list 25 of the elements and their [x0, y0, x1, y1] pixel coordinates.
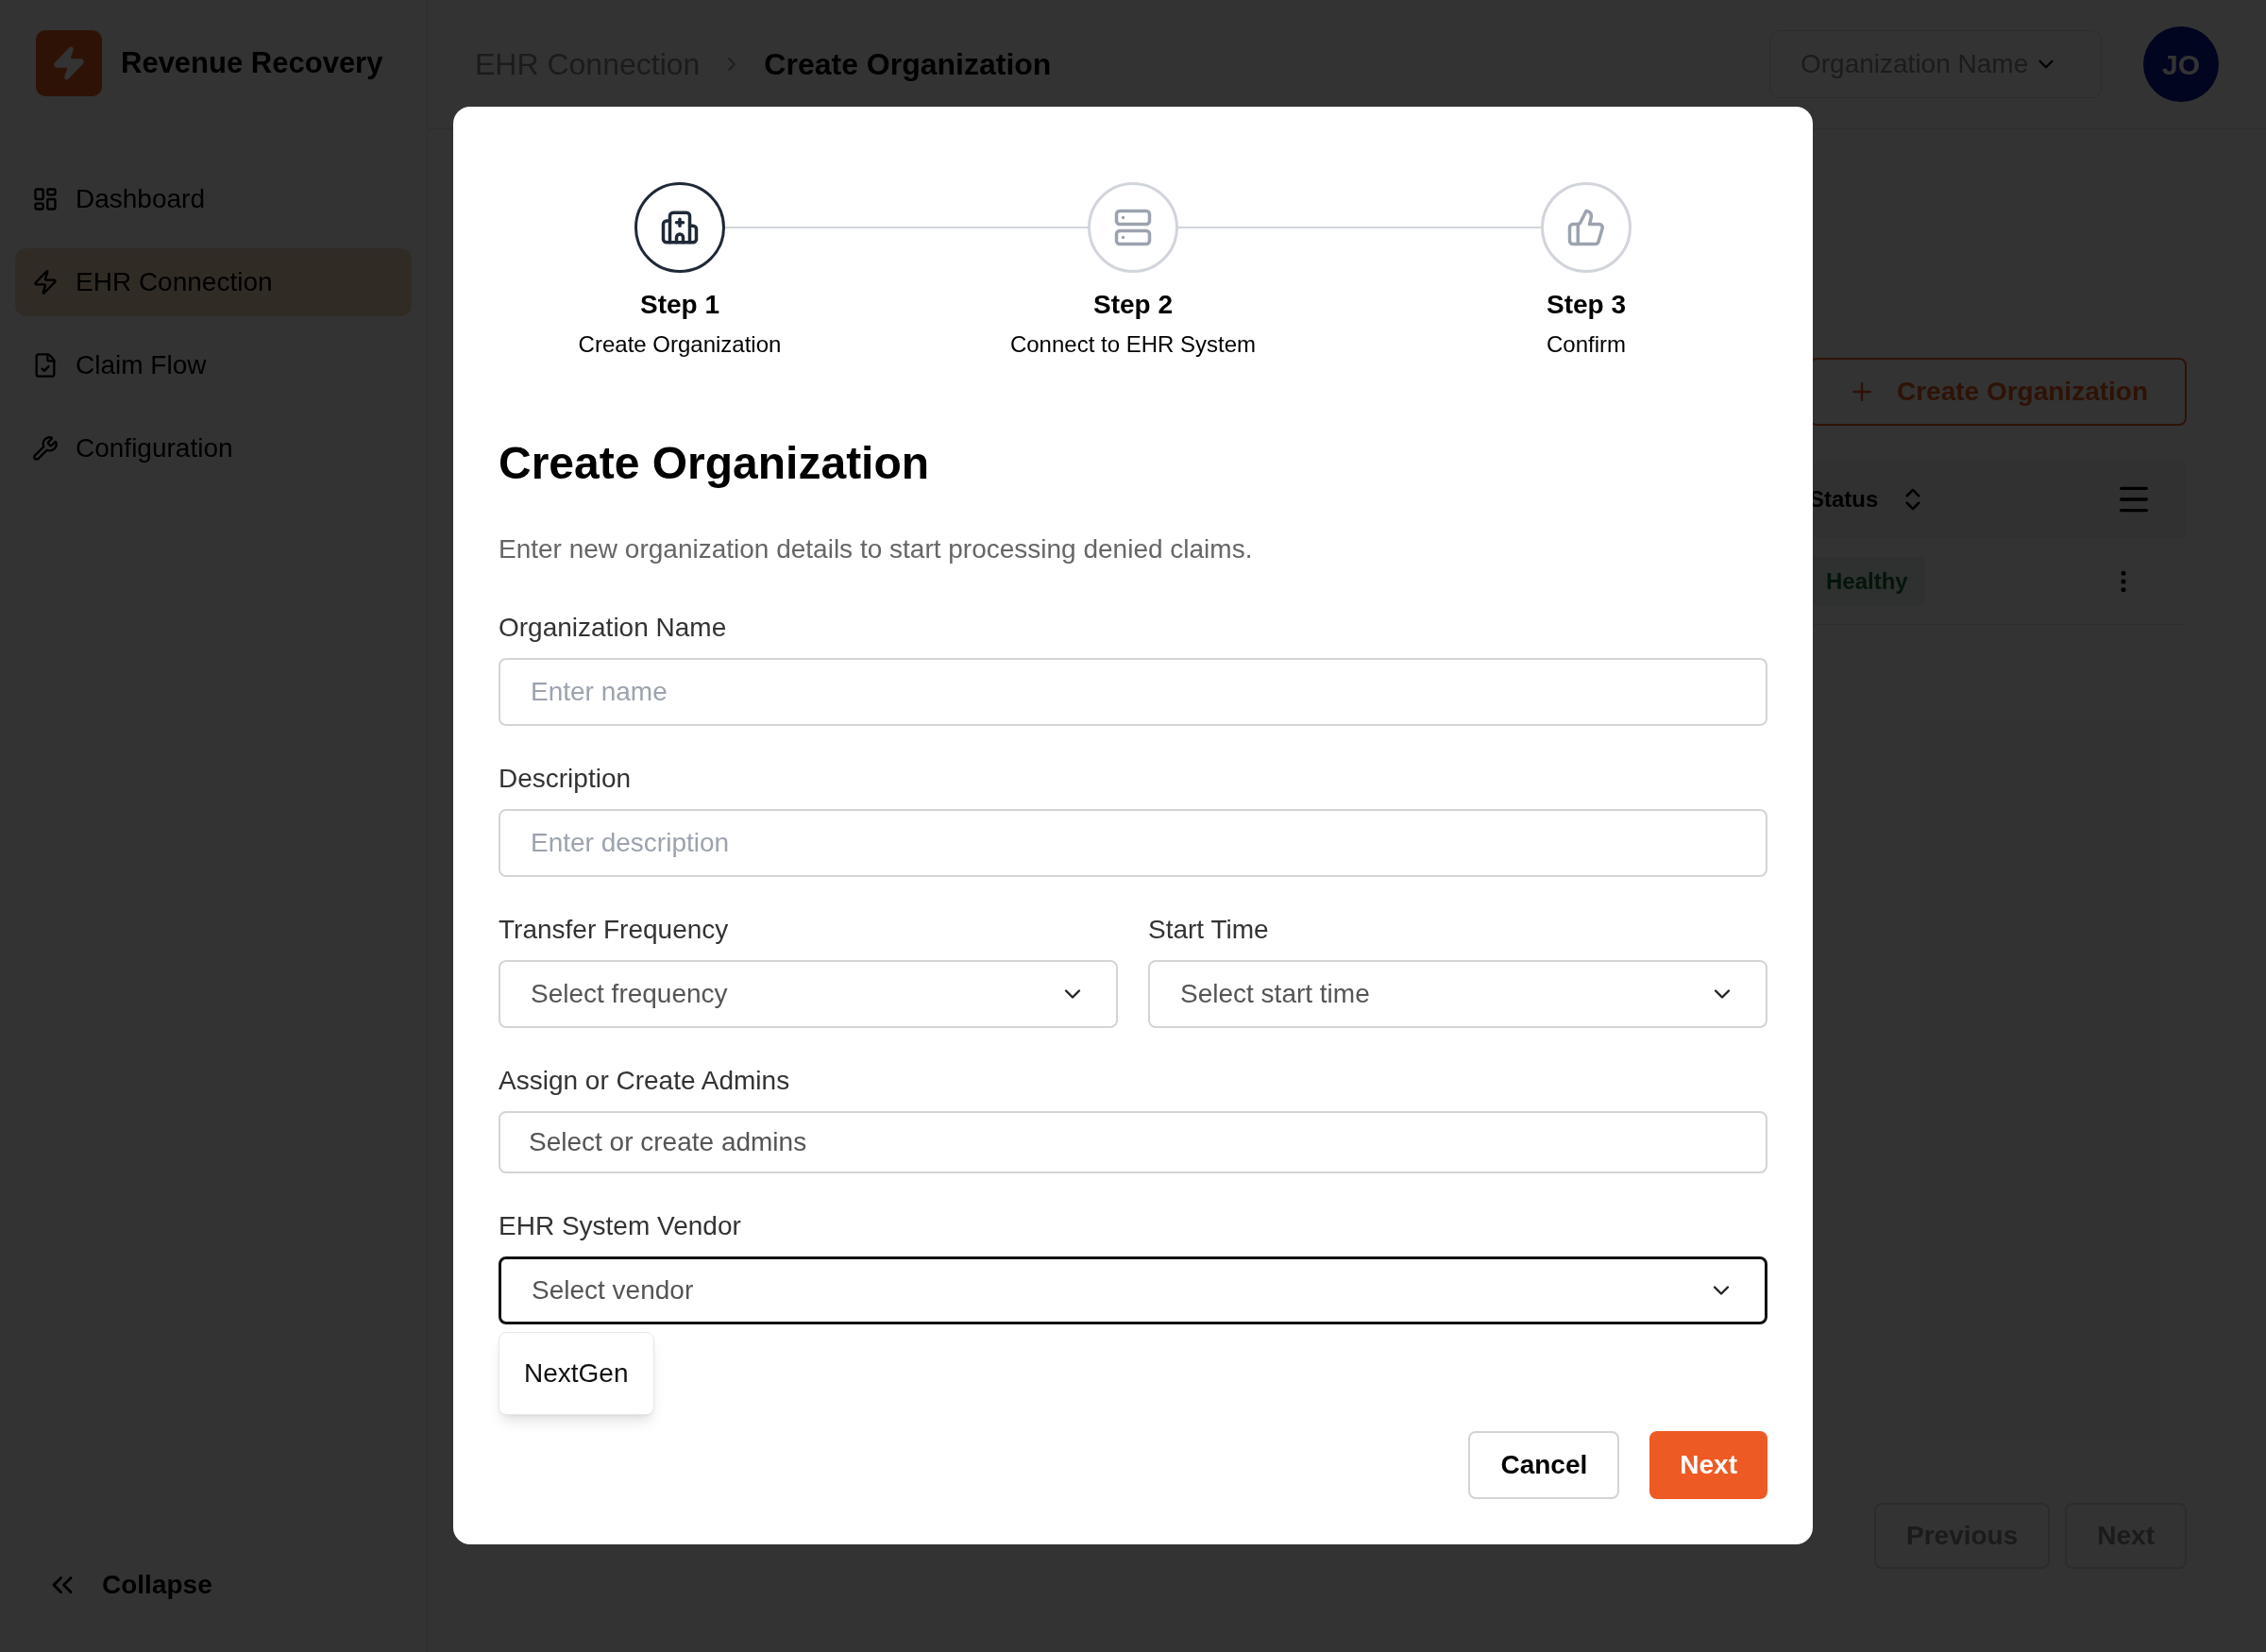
step-subtitle: Connect to EHR System [1009, 330, 1257, 359]
field-label: Start Time [1148, 914, 1270, 946]
cancel-button[interactable]: Cancel [1468, 1431, 1620, 1499]
step-title: Step 3 [1547, 289, 1626, 321]
step-subtitle: Confirm [1547, 330, 1626, 359]
field-label: Description [499, 763, 633, 795]
menu-option[interactable]: NextGen [503, 1337, 650, 1410]
step-subtitle: Create Organization [578, 330, 782, 359]
input-field[interactable]: Enter description [499, 809, 1767, 877]
step-title: Step 2 [1093, 289, 1173, 321]
field-label: Assign or Create Admins [499, 1065, 791, 1097]
field-label: EHR System Vendor [499, 1210, 742, 1242]
select-field[interactable]: Select vendor [499, 1256, 1767, 1324]
field-label: Organization Name [499, 612, 728, 644]
thumbs-up-icon [1566, 208, 1606, 247]
admins-field[interactable]: Select or create admins [499, 1111, 1767, 1173]
step-title: Step 1 [640, 289, 719, 321]
input-field[interactable]: Enter name [499, 658, 1767, 726]
dialog-title: Create Organization [499, 437, 931, 490]
next-button[interactable]: Next [1649, 1431, 1767, 1499]
server-icon [1113, 208, 1153, 247]
dialog-description: Enter new organization details to start processing denied claims. [499, 533, 1254, 565]
select-field[interactable]: Select start time [1148, 960, 1767, 1028]
field-label: Transfer Frequency [499, 914, 730, 946]
select-field[interactable]: Select frequency [499, 960, 1118, 1028]
